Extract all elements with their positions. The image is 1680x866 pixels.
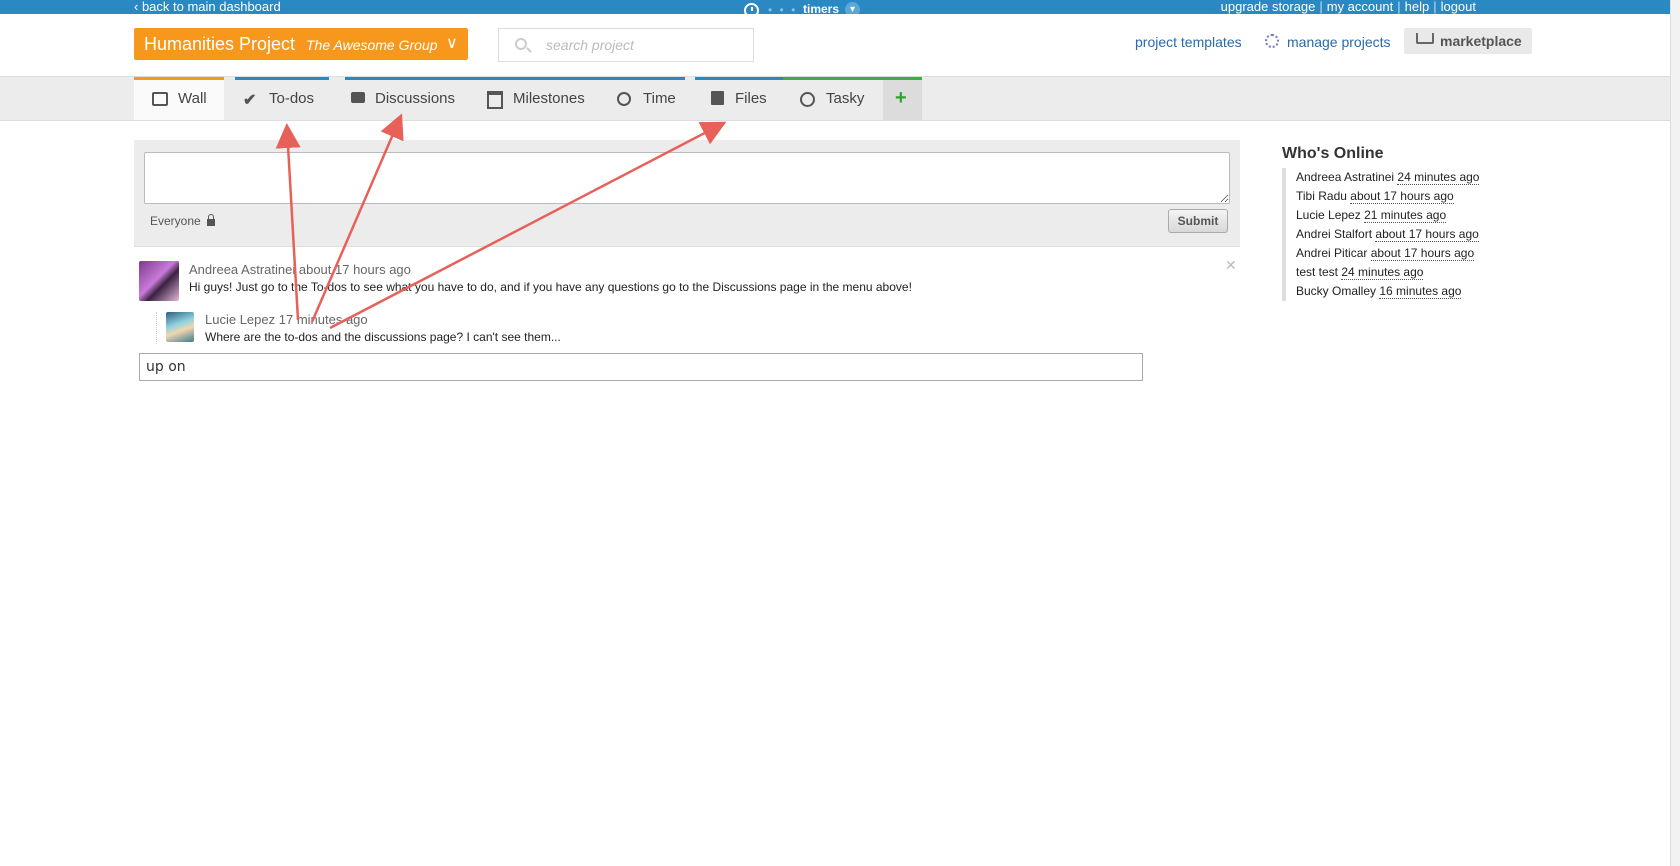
- speech-bubble-icon: [152, 92, 168, 106]
- check-circle-icon: [800, 92, 815, 107]
- avatar[interactable]: [166, 312, 194, 342]
- tab-label: Tasky: [826, 90, 865, 107]
- thread-line: [156, 312, 157, 344]
- plus-icon: +: [895, 87, 907, 109]
- user-name[interactable]: Lucie Lepez: [1296, 208, 1361, 222]
- chat-icon: [351, 92, 365, 103]
- clock-icon: [617, 92, 631, 106]
- post-author[interactable]: Andreea Astratinei: [189, 262, 295, 277]
- tab-todos[interactable]: ✔ To-dos: [235, 77, 329, 120]
- whos-online-title: Who's Online: [1282, 145, 1384, 162]
- reply-input[interactable]: [139, 353, 1143, 381]
- list-item: Andreea Astratinei 24 minutes ago: [1282, 168, 1582, 187]
- search-box: [498, 28, 754, 62]
- list-item: Bucky Omalley 16 minutes ago: [1282, 282, 1582, 301]
- user-name[interactable]: Tibi Radu: [1296, 189, 1347, 203]
- calendar-icon: [487, 91, 503, 109]
- list-item: Andrei Stalfort about 17 hours ago: [1282, 225, 1582, 244]
- marketplace-label: marketplace: [1440, 33, 1522, 49]
- user-name[interactable]: Andrei Stalfort: [1296, 227, 1372, 241]
- file-icon: [711, 91, 724, 105]
- post-meta: Andreea Astratinei about 17 hours ago: [189, 262, 411, 277]
- last-seen: about 17 hours ago: [1370, 246, 1475, 261]
- post-time: about 17 hours ago: [298, 262, 411, 277]
- user-name[interactable]: Andrei Piticar: [1296, 246, 1367, 260]
- tab-label: Wall: [178, 90, 207, 107]
- avatar[interactable]: [139, 261, 179, 301]
- add-tab-button[interactable]: +: [883, 77, 922, 120]
- tab-wall[interactable]: Wall: [134, 77, 224, 120]
- wall-composer: Everyone Submit: [134, 140, 1240, 247]
- audience-selector[interactable]: Everyone: [150, 214, 215, 228]
- header: Humanities Project The Awesome Group ∨ p…: [0, 14, 1680, 77]
- list-item: Andrei Piticar about 17 hours ago: [1282, 244, 1582, 263]
- logout-link[interactable]: logout: [1437, 0, 1480, 14]
- reply-time: 17 minutes ago: [278, 312, 368, 327]
- whos-online-list: Andreea Astratinei 24 minutes ago Tibi R…: [1282, 168, 1582, 301]
- wall-post-textarea[interactable]: [144, 152, 1230, 204]
- chevron-down-icon: ∨: [446, 35, 458, 52]
- tab-tasky[interactable]: Tasky: [783, 77, 883, 120]
- my-account-link[interactable]: my account: [1323, 0, 1397, 14]
- annotation-arrows: [275, 113, 727, 330]
- last-seen: 16 minutes ago: [1379, 284, 1462, 299]
- project-templates-link[interactable]: project templates: [1135, 34, 1242, 50]
- manage-projects-label: manage projects: [1287, 34, 1391, 50]
- close-icon[interactable]: ✕: [1225, 257, 1237, 274]
- checkmark-icon: ✔: [243, 92, 257, 109]
- tab-time[interactable]: Time: [600, 77, 685, 120]
- last-seen: 21 minutes ago: [1364, 208, 1447, 223]
- last-seen: about 17 hours ago: [1350, 189, 1454, 204]
- gear-icon: [1265, 34, 1279, 48]
- tab-label: To-dos: [269, 90, 315, 107]
- tab-discussions[interactable]: Discussions: [345, 77, 470, 120]
- user-name[interactable]: test test: [1296, 265, 1338, 279]
- account-links: upgrade storage | my account | help | logout: [1217, 0, 1480, 14]
- user-name[interactable]: Andreea Astratinei: [1296, 170, 1394, 184]
- reply-meta: Lucie Lepez 17 minutes ago: [205, 312, 368, 327]
- reply-author[interactable]: Lucie Lepez: [205, 312, 275, 327]
- lock-icon: [206, 214, 215, 226]
- tab-files[interactable]: Files: [695, 77, 783, 120]
- tab-label: Time: [643, 90, 676, 107]
- group-name: The Awesome Group: [306, 37, 438, 53]
- last-seen: 24 minutes ago: [1341, 265, 1424, 280]
- list-item: test test 24 minutes ago: [1282, 263, 1582, 282]
- last-seen: about 17 hours ago: [1375, 227, 1479, 242]
- project-nav: Wall ✔ To-dos Discussions Milestones Tim…: [0, 77, 1680, 121]
- list-item: Tibi Radu about 17 hours ago: [1282, 187, 1582, 206]
- reply-text: Where are the to-dos and the discussions…: [205, 330, 561, 344]
- tab-label: Discussions: [375, 90, 456, 107]
- submit-button[interactable]: Submit: [1168, 209, 1228, 233]
- user-name[interactable]: Bucky Omalley: [1296, 284, 1376, 298]
- back-to-dashboard-link[interactable]: ‹ back to main dashboard: [134, 0, 281, 14]
- help-link[interactable]: help: [1401, 0, 1434, 14]
- project-name: Humanities Project: [144, 34, 296, 54]
- scrollbar[interactable]: [1670, 0, 1680, 866]
- post-text: Hi guys! Just go to the To-dos to see wh…: [189, 280, 912, 294]
- manage-projects-link[interactable]: manage projects: [1265, 34, 1391, 50]
- marketplace-button[interactable]: marketplace: [1404, 28, 1532, 54]
- tab-milestones[interactable]: Milestones: [470, 77, 600, 120]
- audience-label: Everyone: [150, 214, 201, 228]
- last-seen: 24 minutes ago: [1397, 170, 1480, 185]
- search-icon: [515, 38, 527, 50]
- project-switcher-button[interactable]: Humanities Project The Awesome Group ∨: [134, 28, 468, 60]
- search-input[interactable]: [544, 36, 738, 54]
- list-item: Lucie Lepez 21 minutes ago: [1282, 206, 1582, 225]
- tab-label: Milestones: [513, 90, 585, 107]
- upgrade-storage-link[interactable]: upgrade storage: [1217, 0, 1320, 14]
- tab-label: Files: [735, 90, 767, 107]
- cart-icon: [1416, 33, 1434, 44]
